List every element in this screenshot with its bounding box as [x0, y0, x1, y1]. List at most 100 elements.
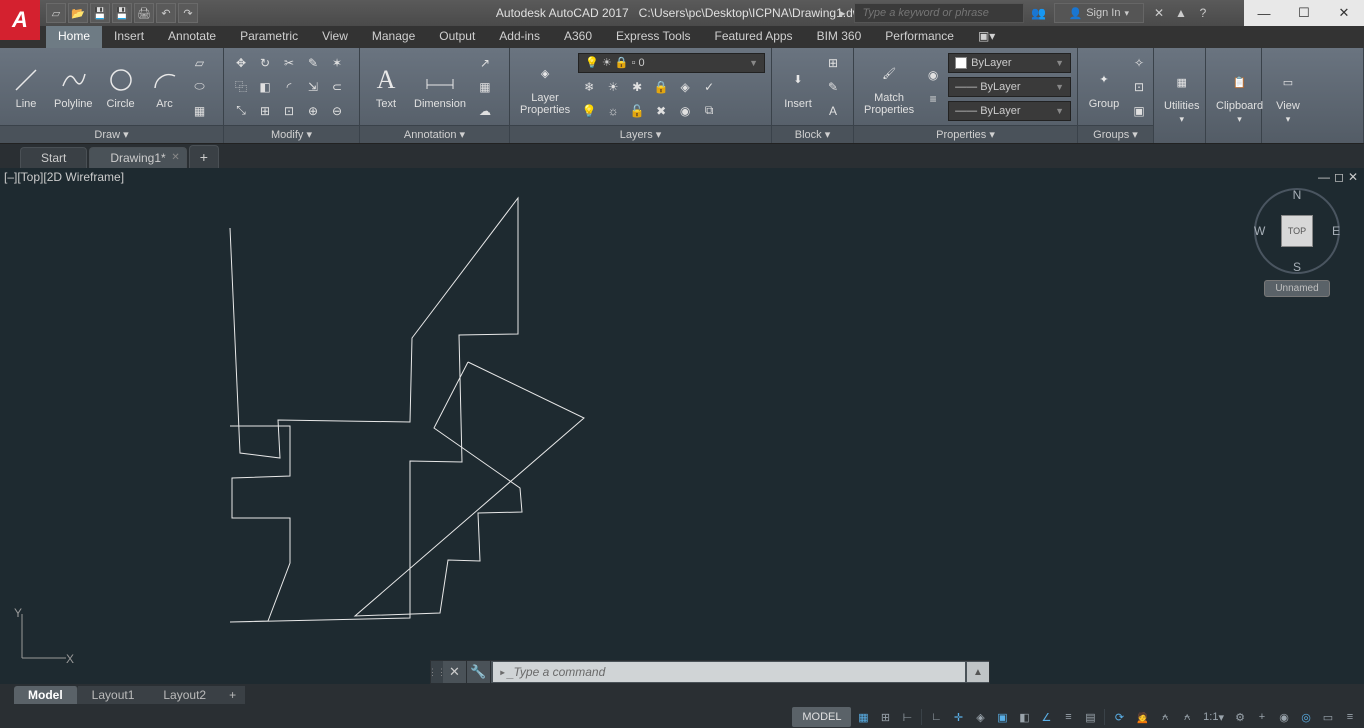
cycling-icon[interactable]: ⟳	[1109, 707, 1129, 727]
add-layout-button[interactable]: +	[221, 686, 245, 704]
lwt-icon[interactable]: ≡	[1058, 707, 1078, 727]
tab-bim360[interactable]: BIM 360	[805, 26, 874, 48]
rectangle-icon[interactable]: ▱	[189, 52, 211, 74]
annomon-icon[interactable]: +	[1252, 707, 1272, 727]
tab-addins[interactable]: Add-ins	[487, 26, 552, 48]
cube-face[interactable]: TOP	[1281, 215, 1313, 247]
hatch-icon[interactable]: ▦	[189, 100, 211, 122]
view-button[interactable]: ▭View▾	[1268, 64, 1308, 127]
rotate-icon[interactable]: ↻	[254, 52, 276, 74]
colorwheel-icon[interactable]: ◉	[922, 64, 944, 86]
tab-home[interactable]: Home	[46, 26, 102, 48]
annoscale-icon[interactable]: ⍲	[1155, 707, 1175, 727]
customize-icon[interactable]: ≡	[1340, 707, 1360, 727]
search-play-icon[interactable]: ▸	[834, 4, 852, 22]
utilities-button[interactable]: ▦Utilities▾	[1160, 64, 1203, 127]
tab-featuredapps[interactable]: Featured Apps	[703, 26, 805, 48]
circle-button[interactable]: Circle	[101, 62, 141, 112]
ortho-icon[interactable]: ∟	[926, 707, 946, 727]
ribbon-collapse-icon[interactable]: ▣▾	[966, 26, 1007, 48]
fillet-icon[interactable]: ◜	[278, 76, 300, 98]
tab-a360[interactable]: A360	[552, 26, 604, 48]
infocenter-icon[interactable]: 👥	[1030, 4, 1048, 22]
iso-icon[interactable]: ◈	[970, 707, 990, 727]
insert-button[interactable]: ⬇Insert	[778, 62, 818, 112]
tab-layout1[interactable]: Layout1	[78, 686, 150, 704]
laymrg-icon[interactable]: ⧉	[698, 100, 720, 122]
scale-icon[interactable]: ⤡	[230, 100, 252, 122]
text-button[interactable]: AText	[366, 62, 406, 112]
tab-expresstools[interactable]: Express Tools	[604, 26, 702, 48]
groupedit-icon[interactable]: ⊡	[1128, 76, 1150, 98]
attr-icon[interactable]: A	[822, 100, 844, 122]
app-logo[interactable]: A	[0, 0, 40, 40]
tab-parametric[interactable]: Parametric	[228, 26, 310, 48]
matchprops-button[interactable]: 🖌Match Properties	[860, 56, 918, 118]
arc-button[interactable]: Arc	[145, 62, 185, 112]
ungroup-icon[interactable]: ✧	[1128, 52, 1150, 74]
undo-icon[interactable]: ↶	[156, 3, 176, 23]
maximize-button[interactable]: ☐	[1284, 0, 1324, 26]
clipboard-button[interactable]: 📋Clipboard▾	[1212, 64, 1267, 127]
tab-performance[interactable]: Performance	[873, 26, 966, 48]
leader-icon[interactable]: ↗	[474, 52, 496, 74]
new-icon[interactable]: ▱	[46, 3, 66, 23]
erase-icon[interactable]: ✎	[302, 52, 324, 74]
edit-block-icon[interactable]: ✎	[822, 76, 844, 98]
otrack-icon[interactable]: ∠	[1036, 707, 1056, 727]
viewcube[interactable]: N S E W TOP Unnamed	[1254, 188, 1340, 297]
grid-icon[interactable]: ▦	[853, 707, 873, 727]
tab-output[interactable]: Output	[427, 26, 487, 48]
layer-combo[interactable]: 💡 ☀ 🔒 ▫ 0▼	[578, 53, 765, 73]
dimension-button[interactable]: Dimension	[410, 62, 470, 112]
lineweight-combo[interactable]: —— ByLayer▼	[948, 77, 1071, 97]
open-icon[interactable]: 📂	[68, 3, 88, 23]
line-button[interactable]: Line	[6, 62, 46, 112]
plot-icon[interactable]: 🖨	[134, 3, 154, 23]
cmd-close-icon[interactable]: ✕	[443, 661, 467, 683]
laylck-icon[interactable]: 🔒	[650, 76, 672, 98]
explode-icon[interactable]: ✶	[326, 52, 348, 74]
list-icon[interactable]: ≡	[922, 88, 944, 110]
polar-icon[interactable]: ✛	[948, 707, 968, 727]
annoauto-icon[interactable]: ⍲	[1177, 707, 1197, 727]
layon-icon[interactable]: 💡	[578, 100, 600, 122]
help-icon[interactable]: ?	[1194, 4, 1212, 22]
array-icon[interactable]: ⊞	[254, 100, 276, 122]
tab-layout2[interactable]: Layout2	[149, 686, 221, 704]
tab-start[interactable]: Start	[20, 147, 87, 168]
tab-insert[interactable]: Insert	[102, 26, 156, 48]
new-tab-button[interactable]: +	[189, 145, 219, 168]
trim-icon[interactable]: ✂	[278, 52, 300, 74]
snap-icon[interactable]: ⊞	[875, 707, 895, 727]
space-toggle[interactable]: MODEL	[792, 707, 851, 727]
anno-icon[interactable]: 🙍	[1131, 707, 1153, 727]
isolate-icon[interactable]: ◎	[1296, 707, 1316, 727]
search-input[interactable]	[854, 3, 1024, 23]
panel-layers-label[interactable]: Layers ▾	[510, 125, 771, 143]
signin-button[interactable]: 👤 Sign In ▾	[1054, 3, 1144, 23]
panel-annotation-label[interactable]: Annotation ▾	[360, 125, 509, 143]
cmd-drag-handle[interactable]: ⋮⋮	[431, 661, 443, 683]
layfrz-icon[interactable]: ✱	[626, 76, 648, 98]
panel-properties-label[interactable]: Properties ▾	[854, 125, 1077, 143]
layoff-icon[interactable]: ❄	[578, 76, 600, 98]
arrayrect-icon[interactable]: ⊡	[278, 100, 300, 122]
3dosnap-icon[interactable]: ◧	[1014, 707, 1034, 727]
polyline-button[interactable]: Polyline	[50, 62, 97, 112]
laymch-icon[interactable]: ◈	[674, 76, 696, 98]
laywalk-icon[interactable]: ◉	[674, 100, 696, 122]
panel-groups-label[interactable]: Groups ▾	[1078, 125, 1153, 143]
panel-block-label[interactable]: Block ▾	[772, 125, 853, 143]
cmd-history-icon[interactable]: ▲	[967, 662, 989, 682]
layulk-icon[interactable]: 🔓	[626, 100, 648, 122]
offset-icon[interactable]: ⊂	[326, 76, 348, 98]
groupbb-icon[interactable]: ▣	[1128, 100, 1150, 122]
drawing-canvas[interactable]: [–][Top][2D Wireframe] — ◻ ✕ Y X N S E W…	[0, 168, 1364, 684]
minimize-button[interactable]: —	[1244, 0, 1284, 26]
close-tab-icon[interactable]: ✕	[171, 152, 179, 163]
close-button[interactable]: ✕	[1324, 0, 1364, 26]
layerprops-button[interactable]: ◈Layer Properties	[516, 56, 574, 118]
linetype-combo[interactable]: —— ByLayer▼	[948, 101, 1071, 121]
laythw-icon[interactable]: ☼	[602, 100, 624, 122]
